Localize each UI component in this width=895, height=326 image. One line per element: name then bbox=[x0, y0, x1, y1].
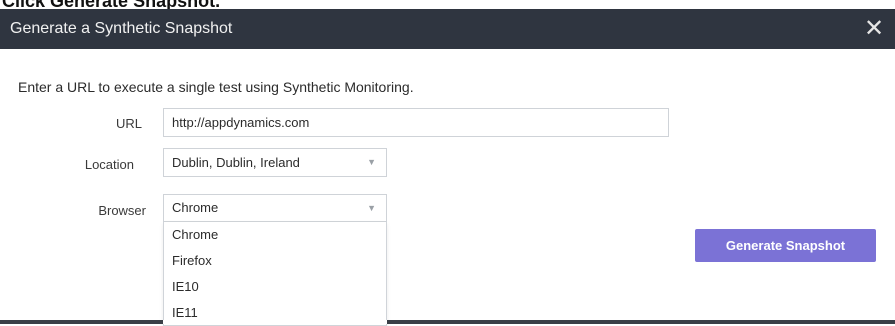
chevron-down-icon: ▼ bbox=[367, 157, 376, 167]
page-caption: Click Generate Snapshot. bbox=[2, 0, 220, 9]
generate-snapshot-button[interactable]: Generate Snapshot bbox=[695, 229, 876, 262]
location-label: Location bbox=[84, 157, 134, 172]
location-value: Dublin, Dublin, Ireland bbox=[172, 155, 300, 170]
browser-label: Browser bbox=[98, 203, 146, 218]
page-caption-strip: Click Generate Snapshot. bbox=[0, 0, 895, 9]
dialog-title: Generate a Synthetic Snapshot bbox=[10, 20, 233, 37]
dialog-body: Enter a URL to execute a single test usi… bbox=[0, 49, 895, 320]
browser-option-chrome[interactable]: Chrome bbox=[164, 222, 386, 248]
chevron-down-icon: ▼ bbox=[367, 203, 376, 213]
dropdown-overlap bbox=[163, 320, 387, 324]
dialog-bottom-edge bbox=[0, 320, 895, 324]
close-icon[interactable]: ✕ bbox=[861, 9, 887, 49]
browser-value: Chrome bbox=[172, 200, 219, 215]
browser-dropdown: Chrome Firefox IE10 IE11 bbox=[163, 222, 387, 326]
dialog-titlebar: Generate a Synthetic Snapshot ✕ bbox=[0, 9, 895, 49]
url-input[interactable]: http://appdynamics.com bbox=[163, 108, 669, 137]
location-select[interactable]: Dublin, Dublin, Ireland ▼ bbox=[163, 148, 387, 177]
browser-option-firefox[interactable]: Firefox bbox=[164, 248, 386, 274]
browser-select[interactable]: Chrome ▼ bbox=[163, 194, 387, 222]
intro-text: Enter a URL to execute a single test usi… bbox=[18, 79, 414, 95]
url-label: URL bbox=[115, 116, 142, 131]
browser-option-ie10[interactable]: IE10 bbox=[164, 274, 386, 300]
